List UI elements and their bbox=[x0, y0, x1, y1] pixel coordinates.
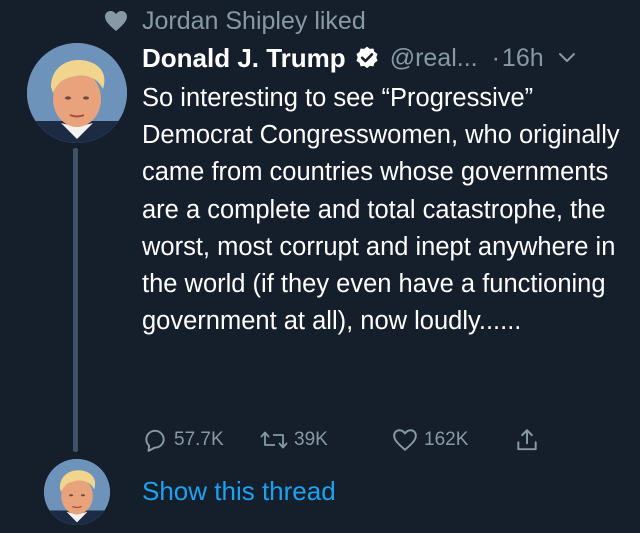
header-separator: · bbox=[491, 43, 500, 72]
like-button[interactable]: 162K bbox=[392, 424, 468, 456]
retweet-button[interactable]: 39K bbox=[260, 424, 328, 456]
reply-count: 57.7K bbox=[174, 429, 224, 450]
avatar-portrait-image bbox=[44, 459, 110, 525]
heart-outline-icon bbox=[392, 428, 418, 452]
share-icon bbox=[514, 427, 540, 453]
tweet-header: Donald J. Trump @real... · 16h bbox=[142, 40, 632, 76]
tweet-timestamp[interactable]: 16h bbox=[502, 44, 544, 73]
chevron-down-icon[interactable] bbox=[558, 52, 576, 64]
share-button[interactable] bbox=[514, 424, 540, 456]
thread-author-avatar[interactable] bbox=[44, 459, 110, 525]
heart-icon bbox=[104, 10, 128, 32]
retweet-icon bbox=[260, 427, 288, 453]
author-handle[interactable]: @real... bbox=[390, 44, 478, 73]
reply-button[interactable]: 57.7K bbox=[142, 424, 224, 456]
author-avatar[interactable] bbox=[27, 43, 127, 143]
thread-connector-line bbox=[73, 148, 78, 452]
author-name[interactable]: Donald J. Trump bbox=[142, 43, 346, 74]
verified-badge-icon bbox=[354, 45, 380, 71]
social-context-text: Jordan Shipley liked bbox=[142, 6, 366, 35]
like-count: 162K bbox=[424, 429, 469, 450]
avatar-portrait-image bbox=[27, 43, 127, 143]
reply-icon bbox=[142, 427, 168, 453]
show-thread-link[interactable]: Show this thread bbox=[142, 476, 336, 507]
retweet-count: 39K bbox=[294, 429, 328, 450]
tweet-text: So interesting to see “Progressive” Demo… bbox=[142, 84, 620, 336]
social-context: Jordan Shipley liked bbox=[104, 4, 366, 38]
